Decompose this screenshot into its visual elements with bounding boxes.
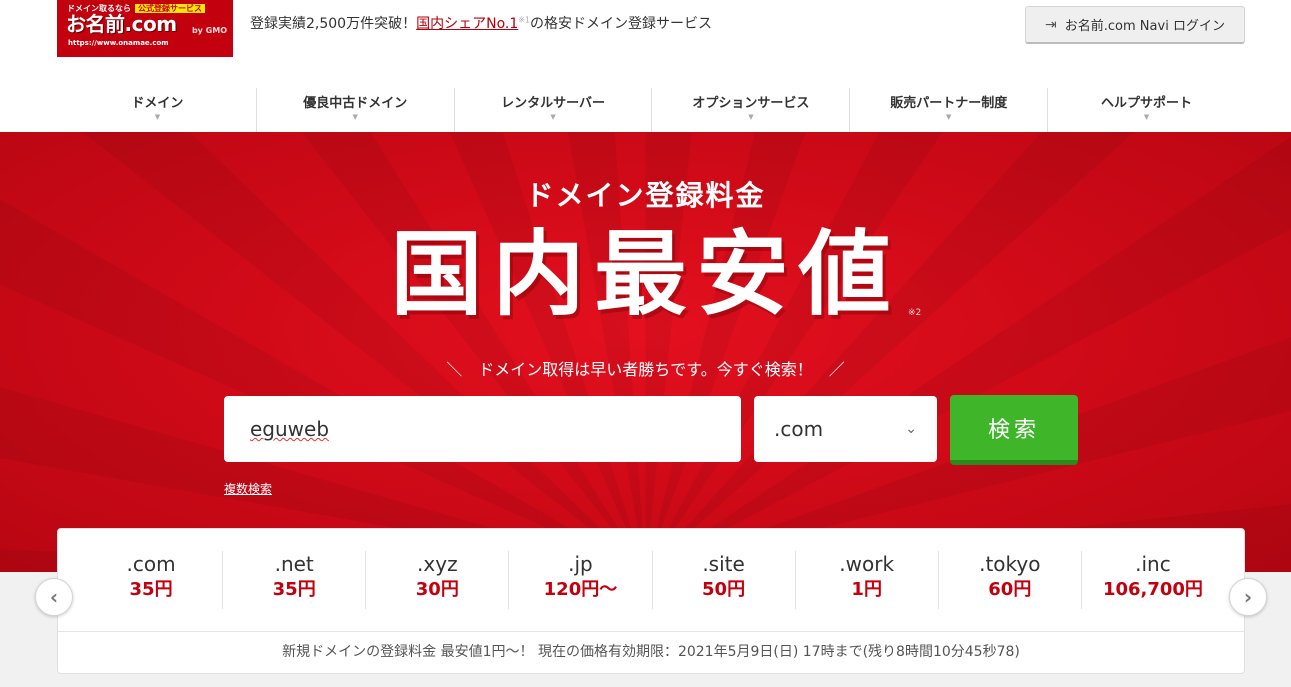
price-item-work[interactable]: .work 1円 xyxy=(796,551,939,609)
nav-item-partner[interactable]: 販売パートナー制度 ▼ xyxy=(850,88,1049,132)
search-value: eguweb xyxy=(250,417,330,441)
chevron-left-icon: ‹ xyxy=(49,585,59,609)
nav-item-option-service[interactable]: オプションサービス ▼ xyxy=(652,88,851,132)
price-item-site[interactable]: .site 50円 xyxy=(653,551,796,609)
chevron-right-icon: › xyxy=(1243,585,1253,609)
nav-item-used-domain[interactable]: 優良中古ドメイン ▼ xyxy=(257,88,455,132)
panel-divider xyxy=(58,631,1244,632)
hero-cta: ＼ ドメイン取得は早い者勝ちです。今すぐ検索！ ／ xyxy=(446,360,845,379)
chevron-down-icon: ▼ xyxy=(154,113,161,121)
nav-item-domain[interactable]: ドメイン ▼ xyxy=(59,88,257,132)
chevron-down-icon: ▼ xyxy=(946,113,952,121)
chevron-down-icon: ▼ xyxy=(550,113,556,121)
global-nav: ドメイン ▼ 優良中古ドメイン ▼ レンタルサーバー ▼ オプションサービス ▼ 販売パ… xyxy=(59,88,1245,132)
onamae-logo[interactable]: ドメイン取るなら 公式登録サービス お名前.com by GMO https://… xyxy=(57,0,233,57)
logo-brand: お名前.com xyxy=(66,12,177,36)
nav-item-rental-server[interactable]: レンタルサーバー ▼ xyxy=(455,88,653,132)
hero-note: ※2 xyxy=(908,308,922,318)
navi-login-button[interactable]: ⇥ お名前.com Navi ログイン xyxy=(1025,6,1245,44)
share-no1-link[interactable]: 国内シェアNo.1 xyxy=(416,16,518,32)
price-notice: 新規ドメインの登録料金 最安値1円〜！ 現在の価格有効期限：2021年5月9日(… xyxy=(282,644,1020,660)
price-item-xyz[interactable]: .xyz 30円 xyxy=(366,551,510,609)
carousel-prev-button[interactable]: ‹ xyxy=(35,578,73,616)
chevron-down-icon: ▼ xyxy=(748,113,754,121)
chevron-down-icon: ▼ xyxy=(1143,113,1150,121)
search-button[interactable]: 検索 xyxy=(950,395,1078,465)
tagline-note: ※1 xyxy=(518,15,531,25)
hero-title: 国内最安値 xyxy=(390,221,901,328)
price-item-jp[interactable]: .jp 120円〜 xyxy=(509,551,653,609)
price-item-tokyo[interactable]: .tokyo 60円 xyxy=(939,551,1082,609)
logo-url: https://www.onamae.com xyxy=(68,39,169,47)
hero-subtitle: ドメイン登録料金 xyxy=(525,179,766,212)
login-icon: ⇥ xyxy=(1045,16,1057,33)
price-panel: .com 35円 .net 35円 .xyz 30円 .jp 120円〜 .site 50… xyxy=(57,528,1245,674)
domain-search-input[interactable]: eguweb xyxy=(224,396,741,462)
price-list: .com 35円 .net 35円 .xyz 30円 .jp 120円〜 .site 50… xyxy=(80,551,1224,609)
logo-maker: by GMO xyxy=(191,26,227,35)
tld-select[interactable]: .com ⌄ xyxy=(754,396,937,462)
carousel-next-button[interactable]: › xyxy=(1229,578,1267,616)
price-item-inc[interactable]: .inc 106,700円 xyxy=(1082,551,1224,609)
price-item-net[interactable]: .net 35円 xyxy=(223,551,367,609)
chevron-down-icon: ⌄ xyxy=(905,421,917,437)
nav-item-help[interactable]: ヘルプサポート ▼ xyxy=(1048,88,1245,132)
price-item-com[interactable]: .com 35円 xyxy=(80,551,224,609)
chevron-down-icon: ▼ xyxy=(352,113,358,121)
tld-selected: .com xyxy=(774,417,824,441)
navi-login-label: お名前.com Navi ログイン xyxy=(1064,19,1225,34)
hero-banner: ドメイン登録料金 国内最安値 ※2 ＼ ドメイン取得は早い者勝ちです。今すぐ検索… xyxy=(0,132,1291,572)
multi-search-link[interactable]: 複数検索 xyxy=(224,480,272,497)
header-tagline: 登録実績2,500万件突破！国内シェアNo.1※1の格安ドメイン登録サービス xyxy=(250,15,713,32)
